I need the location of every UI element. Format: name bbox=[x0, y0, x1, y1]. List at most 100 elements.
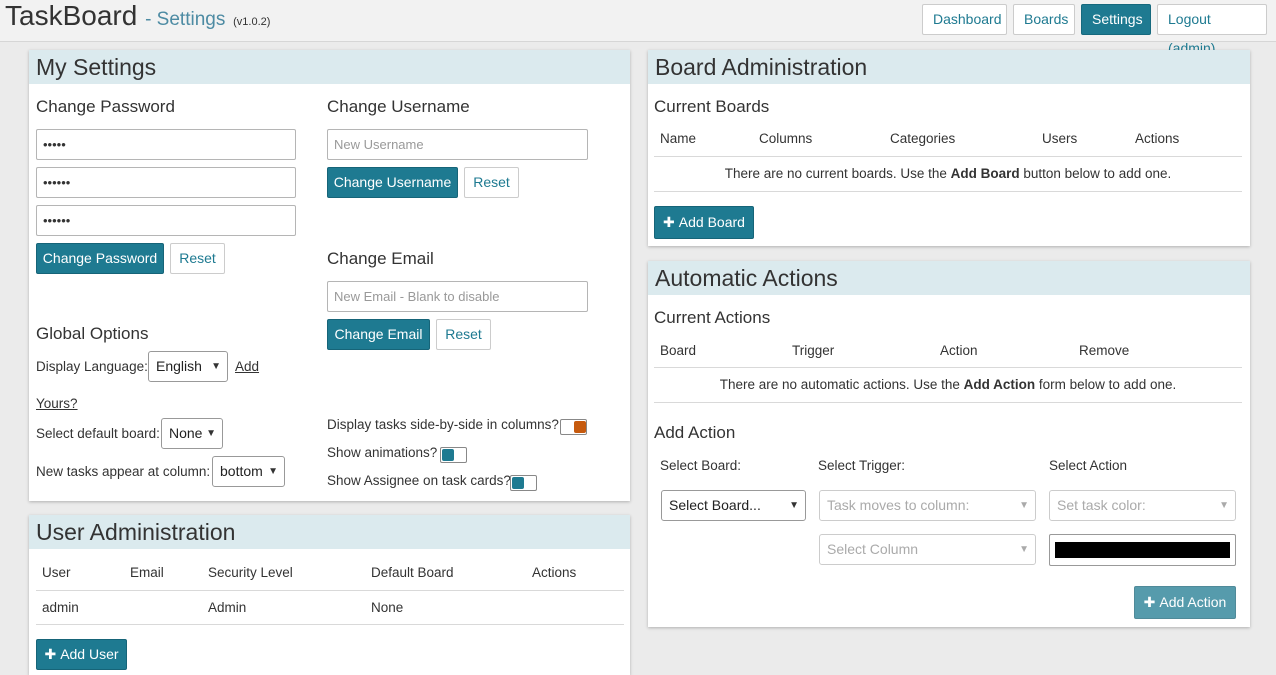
automatic-actions-panel: Automatic Actions Current Actions Board … bbox=[648, 261, 1250, 627]
my-settings-panel: My Settings Change Password ••••• ••••••… bbox=[29, 50, 630, 501]
action-board-value: Select Board... bbox=[669, 497, 761, 513]
change-password-heading: Change Password bbox=[36, 97, 175, 116]
table-divider bbox=[36, 590, 624, 591]
new-password-field[interactable]: •••••• bbox=[36, 167, 296, 198]
table-divider bbox=[654, 156, 1242, 157]
animations-toggle[interactable] bbox=[440, 447, 467, 463]
chevron-down-icon: ▼ bbox=[211, 361, 221, 372]
action-board-select[interactable]: Select Board... ▼ bbox=[661, 490, 806, 521]
nav-dashboard-button[interactable]: Dashboard bbox=[922, 4, 1007, 35]
assignee-toggle[interactable] bbox=[510, 475, 537, 491]
side-by-side-toggle[interactable] bbox=[560, 419, 587, 435]
col-header-remove: Remove bbox=[1079, 343, 1130, 358]
new-tasks-position-value: bottom bbox=[220, 463, 263, 479]
username-reset-button[interactable]: Reset bbox=[464, 167, 519, 198]
default-board-value: None bbox=[169, 425, 203, 441]
add-action-button[interactable]: ✚ Add Action bbox=[1134, 586, 1236, 619]
chevron-down-icon: ▼ bbox=[206, 428, 216, 439]
toggle-knob bbox=[512, 477, 524, 489]
add-user-button[interactable]: ✚ Add User bbox=[36, 639, 127, 670]
my-settings-title: My Settings bbox=[29, 50, 630, 84]
user-cell: admin bbox=[42, 600, 79, 615]
display-language-select[interactable]: English ▼ bbox=[148, 351, 228, 382]
col-header-actions: Actions bbox=[1135, 131, 1180, 146]
action-column-select[interactable]: Select Column ▼ bbox=[819, 534, 1036, 565]
action-trigger-select[interactable]: Task moves to column: ▼ bbox=[819, 490, 1036, 521]
side-by-side-label: Display tasks side-by-side in columns? bbox=[327, 417, 559, 432]
color-swatch bbox=[1055, 542, 1230, 558]
no-actions-text-post: form below to add one. bbox=[1035, 377, 1177, 392]
app-version: (v1.0.2) bbox=[233, 16, 271, 28]
yours-language-link[interactable]: Yours? bbox=[36, 396, 78, 411]
app-title: TaskBoard - Settings (v1.0.2) bbox=[5, 0, 270, 32]
automatic-actions-title: Automatic Actions bbox=[648, 261, 1250, 295]
assignee-label: Show Assignee on task cards? bbox=[327, 473, 511, 488]
plus-icon: ✚ bbox=[663, 214, 675, 230]
add-language-link[interactable]: Add bbox=[235, 359, 259, 374]
new-tasks-label: New tasks appear at column: bbox=[36, 464, 211, 479]
chevron-down-icon: ▼ bbox=[1019, 544, 1029, 555]
app-name: TaskBoard bbox=[5, 0, 138, 31]
col-header-user: User bbox=[42, 565, 71, 580]
board-admin-panel: Board Administration Current Boards Name… bbox=[648, 50, 1250, 246]
no-actions-message: There are no automatic actions. Use the … bbox=[654, 377, 1242, 392]
display-language-value: English bbox=[156, 358, 202, 374]
col-header-trigger: Trigger bbox=[792, 343, 835, 358]
no-boards-text-pre: There are no current boards. Use the bbox=[724, 166, 951, 181]
animations-label: Show animations? bbox=[327, 445, 438, 460]
chevron-down-icon: ▼ bbox=[789, 500, 799, 511]
nav-logout-button[interactable]: Logout (admin) bbox=[1157, 4, 1267, 56]
table-divider bbox=[654, 402, 1242, 403]
password-reset-button[interactable]: Reset bbox=[170, 243, 225, 274]
new-email-field[interactable]: New Email - Blank to disable bbox=[327, 281, 588, 312]
new-tasks-position-select[interactable]: bottom ▼ bbox=[212, 456, 285, 487]
select-board-label: Select Board: bbox=[660, 458, 742, 473]
col-header-users: Users bbox=[1042, 131, 1078, 146]
default-board-cell: None bbox=[371, 600, 404, 615]
col-header-categories: Categories bbox=[890, 131, 956, 146]
col-header-board: Board bbox=[660, 343, 697, 358]
page-subtitle: - Settings bbox=[145, 9, 226, 30]
toggle-knob bbox=[574, 421, 586, 433]
change-password-button[interactable]: Change Password bbox=[36, 243, 164, 274]
no-boards-message: There are no current boards. Use the Add… bbox=[654, 166, 1242, 181]
new-username-field[interactable]: New Username bbox=[327, 129, 588, 160]
chevron-down-icon: ▼ bbox=[1019, 500, 1029, 511]
col-header-default-board: Default Board bbox=[371, 565, 454, 580]
add-action-heading: Add Action bbox=[654, 423, 736, 442]
display-language-label: Display Language: bbox=[36, 359, 148, 374]
top-header: TaskBoard - Settings (v1.0.2) Dashboard … bbox=[0, 0, 1276, 56]
action-trigger-value: Task moves to column: bbox=[827, 497, 970, 513]
nav-settings-button[interactable]: Settings bbox=[1081, 4, 1151, 35]
add-user-label: Add User bbox=[60, 646, 119, 662]
user-admin-title: User Administration bbox=[29, 515, 630, 549]
action-type-select[interactable]: Set task color: ▼ bbox=[1049, 490, 1236, 521]
task-color-picker[interactable] bbox=[1049, 534, 1236, 566]
toggle-knob bbox=[442, 449, 454, 461]
plus-icon: ✚ bbox=[44, 646, 57, 662]
select-trigger-label: Select Trigger: bbox=[818, 458, 906, 473]
table-divider bbox=[654, 367, 1242, 368]
change-email-button[interactable]: Change Email bbox=[327, 319, 430, 350]
default-board-select[interactable]: None ▼ bbox=[161, 418, 223, 449]
change-email-heading: Change Email bbox=[327, 249, 434, 268]
current-password-field[interactable]: ••••• bbox=[36, 129, 296, 160]
security-cell: Admin bbox=[208, 600, 247, 615]
chevron-down-icon: ▼ bbox=[268, 466, 278, 477]
no-boards-text-bold: Add Board bbox=[950, 166, 1020, 181]
action-type-value: Set task color: bbox=[1057, 497, 1146, 513]
add-board-label: Add Board bbox=[678, 214, 745, 230]
email-reset-button[interactable]: Reset bbox=[436, 319, 491, 350]
board-admin-title: Board Administration bbox=[648, 50, 1250, 84]
col-header-name: Name bbox=[660, 131, 697, 146]
confirm-password-field[interactable]: •••••• bbox=[36, 205, 296, 236]
table-divider bbox=[36, 624, 624, 625]
default-board-label: Select default board: bbox=[36, 426, 160, 441]
add-action-label: Add Action bbox=[1159, 594, 1227, 610]
change-username-button[interactable]: Change Username bbox=[327, 167, 458, 198]
user-admin-panel: User Administration User Email Security … bbox=[29, 515, 630, 675]
nav-boards-button[interactable]: Boards bbox=[1013, 4, 1075, 35]
add-board-button[interactable]: ✚ Add Board bbox=[654, 206, 754, 239]
col-header-columns: Columns bbox=[759, 131, 813, 146]
table-divider bbox=[654, 191, 1242, 192]
